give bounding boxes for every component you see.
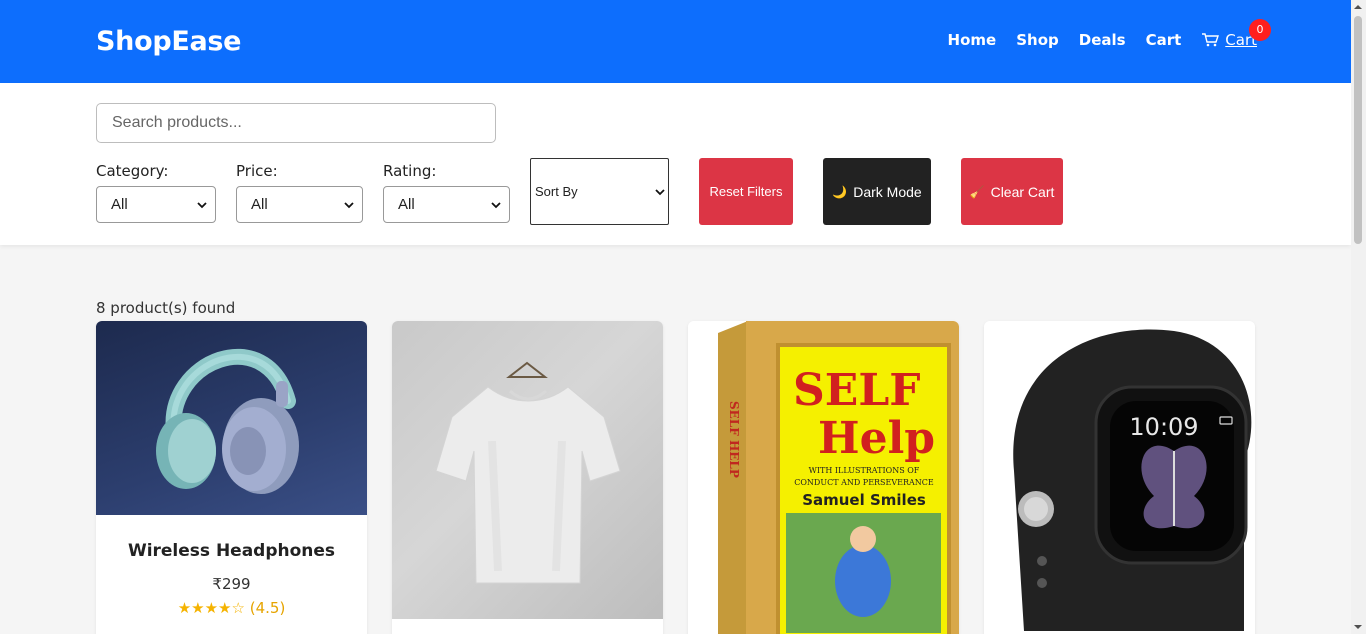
book-cover-icon[interactable]: SELF Help WITH ILLUSTRATIONS OF CONDUCT … <box>688 321 959 634</box>
category-value: All <box>111 196 128 213</box>
filter-toolbar: Category: All Price: All Rating: All Sor… <box>0 83 1351 245</box>
product-rating: ★★★★☆ (4.5) <box>96 599 367 617</box>
headphones-icon[interactable] <box>96 321 367 515</box>
book-title-line2: Help <box>818 413 935 464</box>
moon-icon: 🌙 <box>832 184 848 199</box>
watch-time: 10:09 <box>1129 413 1198 441</box>
chevron-down-icon <box>197 201 207 208</box>
product-image <box>156 348 299 494</box>
cart-count-badge: 0 <box>1249 19 1271 41</box>
scroll-down-arrow-icon[interactable] <box>1354 623 1362 631</box>
category-label: Category: <box>96 162 169 180</box>
rating-select[interactable]: All <box>383 186 510 223</box>
chevron-down-icon <box>491 201 501 208</box>
broom-icon: 🧹 <box>969 184 985 199</box>
book-spine-title: SELF HELP <box>727 401 741 478</box>
product-card[interactable] <box>392 321 663 634</box>
brand-logo[interactable]: ShopEase <box>96 26 242 57</box>
nav-home-link[interactable]: Home <box>948 31 997 49</box>
sort-select[interactable]: Sort By <box>530 158 669 225</box>
price-select[interactable]: All <box>236 186 363 223</box>
dark-mode-button[interactable]: 🌙 Dark Mode <box>823 158 931 225</box>
tshirt-icon[interactable] <box>392 321 663 619</box>
price-label: Price: <box>236 162 278 180</box>
smartwatch-icon[interactable]: 10:09 <box>984 321 1255 634</box>
results-count: 8 product(s) found <box>96 299 236 317</box>
clear-cart-button[interactable]: 🧹 Clear Cart <box>961 158 1063 225</box>
book-title-line1: SELF <box>793 365 921 416</box>
product-image: SELF Help WITH ILLUSTRATIONS OF CONDUCT … <box>718 321 959 634</box>
star-rating-icon: ★★★★☆ <box>177 599 245 617</box>
product-image <box>435 361 621 584</box>
reset-filters-button[interactable]: Reset Filters <box>699 158 793 225</box>
scrollbar-thumb[interactable] <box>1354 16 1362 244</box>
dark-mode-label: Dark Mode <box>853 183 922 200</box>
main-nav: Home Shop Deals Cart Cart 0 <box>948 19 1271 49</box>
rating-number: (4.5) <box>249 599 286 617</box>
book-subtitle-2: CONDUCT AND PERSEVERANCE <box>794 478 934 487</box>
rating-value: All <box>398 196 415 213</box>
cart-button[interactable]: Cart 0 <box>1201 19 1271 49</box>
scroll-up-arrow-icon[interactable] <box>1354 3 1362 11</box>
product-card[interactable]: 10:09 <box>984 321 1255 634</box>
product-price: ₹299 <box>212 575 251 593</box>
rating-filter: Rating: All <box>383 162 510 223</box>
nav-cart-link[interactable]: Cart <box>1146 31 1182 49</box>
product-title[interactable]: Wireless Headphones <box>96 541 367 561</box>
category-filter: Category: All <box>96 162 216 223</box>
price-filter: Price: All <box>236 162 363 223</box>
book-subtitle-1: WITH ILLUSTRATIONS OF <box>809 466 920 475</box>
nav-shop-link[interactable]: Shop <box>1016 31 1059 49</box>
reset-filters-label: Reset Filters <box>709 184 783 199</box>
rating-label: Rating: <box>383 162 437 180</box>
search-input[interactable] <box>96 103 496 143</box>
chevron-down-icon <box>655 188 665 195</box>
clear-cart-label: Clear Cart <box>990 183 1055 200</box>
book-author: Samuel Smiles <box>802 491 926 509</box>
page-scrollbar[interactable] <box>1351 0 1366 634</box>
shopping-cart-icon <box>1202 33 1220 47</box>
sort-value: Sort By <box>535 184 578 199</box>
product-image: 10:09 <box>1013 329 1252 631</box>
product-card[interactable]: SELF Help WITH ILLUSTRATIONS OF CONDUCT … <box>688 321 959 634</box>
product-card[interactable]: Wireless Headphones ₹299 ★★★★☆ (4.5) <box>96 321 367 634</box>
nav-deals-link[interactable]: Deals <box>1079 31 1126 49</box>
price-value: All <box>251 196 268 213</box>
top-navbar: ShopEase Home Shop Deals Cart Cart 0 <box>0 0 1351 83</box>
category-select[interactable]: All <box>96 186 216 223</box>
chevron-down-icon <box>344 201 354 208</box>
